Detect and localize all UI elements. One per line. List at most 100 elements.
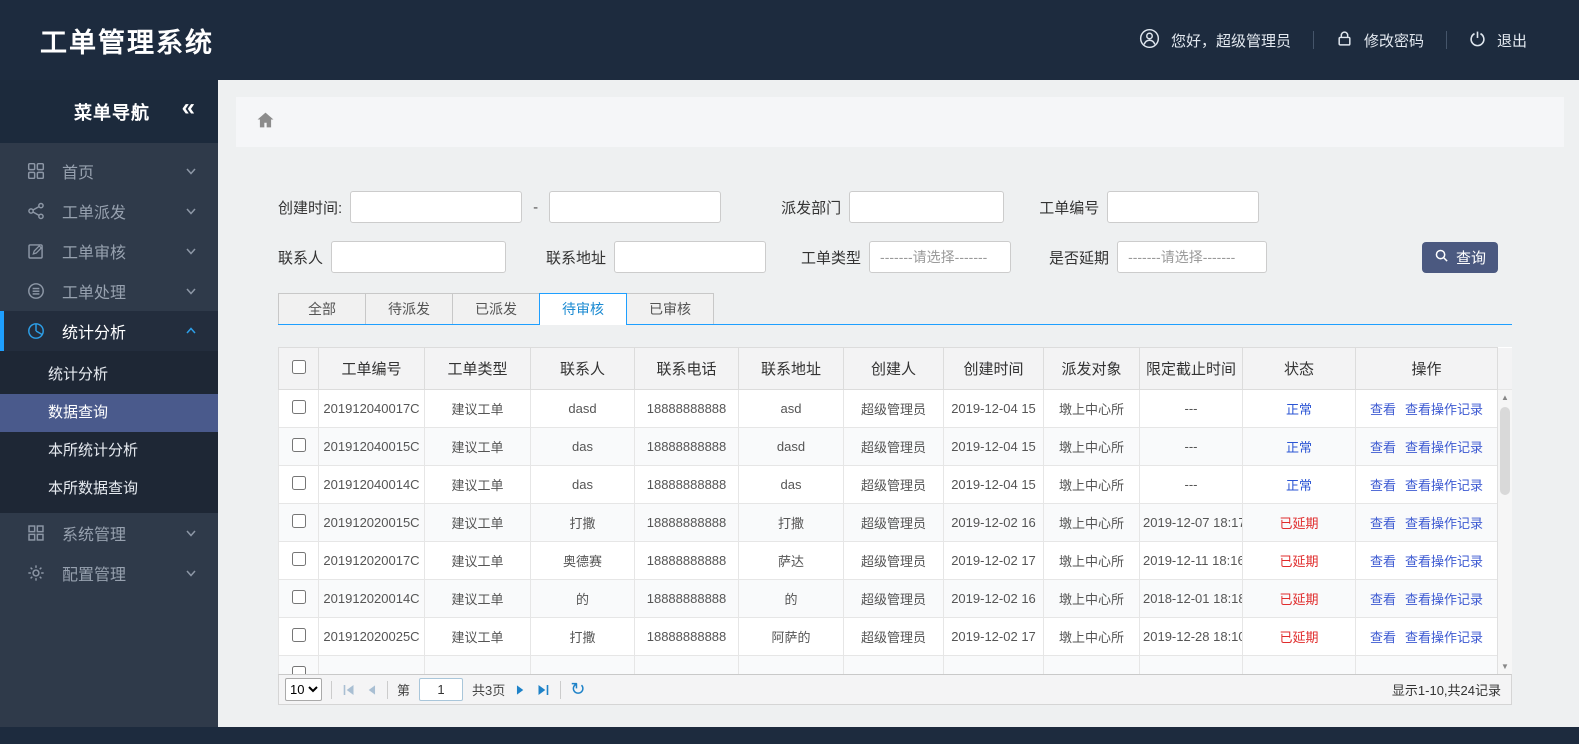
create-time-start-input[interactable]: [350, 191, 523, 223]
calendar-icon[interactable]: [498, 199, 515, 216]
contact-input[interactable]: [331, 241, 507, 273]
cell-dispatch-target: [1043, 655, 1140, 674]
view-operation-log-link[interactable]: 查看操作记录: [1405, 516, 1483, 531]
first-page-button[interactable]: [341, 683, 356, 697]
row-checkbox[interactable]: [291, 476, 306, 490]
cell-create-time: 2019-12-04 15: [943, 465, 1044, 504]
row-checkbox[interactable]: [291, 552, 306, 566]
tab-to-review[interactable]: 待审核: [539, 293, 627, 325]
sidebar-item-order-dispatch[interactable]: 工单派发: [0, 191, 218, 231]
select-all-checkbox[interactable]: [291, 359, 306, 374]
view-link[interactable]: 查看: [1370, 440, 1396, 455]
view-link[interactable]: 查看: [1370, 478, 1396, 493]
view-operation-log-link[interactable]: 查看操作记录: [1405, 630, 1483, 645]
address-input[interactable]: [614, 241, 767, 273]
pager-divider: [387, 680, 388, 699]
sidebar-item-statistics[interactable]: 统计分析: [0, 311, 218, 351]
cell-phone: 18888888888: [634, 503, 739, 542]
order-type-select[interactable]: -------请选择-------: [869, 241, 1012, 273]
cell-address: 阿萨的: [738, 617, 844, 656]
sidebar: 菜单导航 « 首页 工单派发 工单审核 工单处理 统计分析 统计分析 数据查询 本所统计分析本…: [0, 80, 218, 727]
tab-bar: 全部 待派发 已派发 待审核 已审核: [278, 293, 1512, 325]
view-link[interactable]: 查看: [1370, 516, 1396, 531]
cell-order-type: 建议工单: [424, 389, 531, 428]
cell-status: [1242, 655, 1356, 674]
prev-page-button[interactable]: [365, 683, 378, 697]
row-checkbox[interactable]: [291, 590, 306, 604]
last-page-button[interactable]: [536, 683, 551, 697]
home-icon[interactable]: [256, 111, 275, 134]
sidebar-item-order-review[interactable]: 工单审核: [0, 231, 218, 271]
next-page-button[interactable]: [514, 683, 527, 697]
view-operation-log-link[interactable]: 查看操作记录: [1405, 440, 1483, 455]
refresh-icon[interactable]: ↻: [570, 680, 585, 699]
change-password-button[interactable]: 修改密码: [1314, 30, 1446, 51]
total-pages-label: 共3页: [472, 683, 506, 698]
tab-to-dispatch[interactable]: 待派发: [365, 293, 453, 324]
sidebar-subitem-statistics-analysis[interactable]: 统计分析: [0, 356, 218, 394]
status-badge: 已延期: [1279, 554, 1319, 569]
cell-status: 已延期: [1242, 579, 1356, 618]
sidebar-item-config-management[interactable]: 配置管理: [0, 553, 218, 593]
view-link[interactable]: 查看: [1370, 630, 1396, 645]
cell-actions: [1355, 655, 1498, 674]
calendar-icon[interactable]: [697, 199, 714, 216]
view-operation-log-link[interactable]: 查看操作记录: [1405, 592, 1483, 607]
scrollbar-thumb[interactable]: [1500, 407, 1510, 495]
page-number-input[interactable]: [419, 678, 464, 701]
dispatch-dept-label: 派发部门: [781, 199, 842, 217]
collapse-sidebar-icon[interactable]: «: [182, 94, 196, 123]
delay-select[interactable]: -------请选择-------: [1117, 241, 1268, 273]
view-link[interactable]: 查看: [1370, 592, 1396, 607]
cell-address: dasd: [738, 427, 844, 466]
logout-button[interactable]: 退出: [1447, 30, 1549, 51]
row-checkbox[interactable]: [291, 438, 306, 452]
sidebar-item-system-management[interactable]: 系统管理: [0, 513, 218, 553]
view-operation-log-link[interactable]: 查看操作记录: [1405, 402, 1483, 417]
row-checkbox[interactable]: [291, 514, 306, 528]
scroll-down-icon[interactable]: ▼: [1498, 662, 1512, 671]
sidebar-subitem-branch-statistics[interactable]: 本所统计分析: [0, 432, 218, 470]
page-size-select[interactable]: 10: [285, 678, 322, 701]
sidebar-item-order-process[interactable]: 工单处理: [0, 271, 218, 311]
row-checkbox[interactable]: [291, 666, 306, 674]
sidebar-subitem-data-query[interactable]: 数据查询: [0, 394, 218, 432]
user-greeting[interactable]: 您好，超级管理员: [1117, 28, 1313, 53]
cell-create-time: [943, 655, 1044, 674]
table-header-row: 工单编号 工单类型 联系人 联系电话 联系地址 创建人 创建时间 派发对象 限定截止时间 状态 操作: [278, 347, 1512, 390]
cell-create-time: 2019-12-04 15: [943, 427, 1044, 466]
tab-reviewed[interactable]: 已审核: [626, 293, 714, 324]
view-link[interactable]: 查看: [1370, 554, 1396, 569]
tab-all[interactable]: 全部: [278, 293, 366, 324]
create-time-end-input[interactable]: [549, 191, 722, 223]
page-prefix-label: 第: [397, 683, 411, 698]
view-link[interactable]: 查看: [1370, 402, 1396, 417]
cell-order-no: 201912040014C: [318, 465, 425, 504]
scroll-up-icon[interactable]: ▲: [1498, 393, 1512, 402]
table-row: [278, 655, 1512, 674]
app-header: 工单管理系统 您好，超级管理员 修改密码 退出: [0, 0, 1579, 80]
column-header: 限定截止时间: [1139, 347, 1243, 390]
gear-icon: [27, 564, 48, 582]
row-checkbox[interactable]: [291, 400, 306, 414]
cell-creator: 超级管理员: [843, 503, 944, 542]
row-checkbox-cell: [278, 427, 319, 466]
view-operation-log-link[interactable]: 查看操作记录: [1405, 478, 1483, 493]
view-operation-log-link[interactable]: 查看操作记录: [1405, 554, 1483, 569]
dispatch-dept-select[interactable]: [849, 191, 1005, 223]
order-no-input[interactable]: [1107, 191, 1260, 223]
create-time-end-field: [549, 191, 722, 223]
tab-dispatched[interactable]: 已派发: [452, 293, 540, 324]
cell-order-no: 201912020025C: [318, 617, 425, 656]
cell-status: 正常: [1242, 465, 1356, 504]
work-order-table: 工单编号 工单类型 联系人 联系电话 联系地址 创建人 创建时间 派发对象 限定截止时间 状态 操作…: [278, 347, 1512, 674]
search-button[interactable]: 查询: [1422, 241, 1498, 273]
sidebar-subitem-branch-data-query[interactable]: 本所数据查询: [0, 470, 218, 508]
cell-status: 已延期: [1242, 617, 1356, 656]
table-scrollbar[interactable]: ▲ ▼: [1497, 390, 1512, 674]
sidebar-item-home[interactable]: 首页: [0, 151, 218, 191]
row-checkbox[interactable]: [291, 628, 306, 642]
sidebar-header: 菜单导航 «: [0, 80, 218, 143]
cell-actions: 查看 查看操作记录: [1355, 541, 1498, 580]
row-checkbox-cell: [278, 655, 319, 674]
